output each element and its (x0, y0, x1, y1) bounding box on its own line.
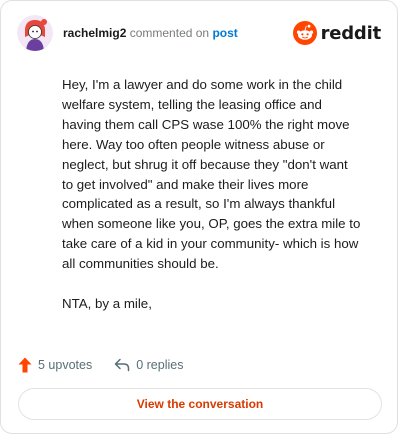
comment-paragraph: NTA, by a mile, (62, 296, 152, 312)
commented-on-label: commented on (129, 26, 210, 40)
comment-actions: 5 upvotes 0 replies (18, 355, 205, 375)
upvote-button[interactable]: 5 upvotes (18, 357, 92, 373)
reply-button[interactable]: 0 replies (114, 358, 183, 372)
avatar[interactable] (17, 15, 53, 51)
upvote-icon (18, 357, 32, 373)
reply-icon (114, 358, 130, 372)
username-link[interactable]: rachelmig2 (63, 26, 126, 40)
comment-header: rachelmig2 commented on post reddit (17, 15, 381, 51)
embedded-comment-card: rachelmig2 commented on post reddit Hey,… (0, 0, 398, 434)
upvote-count: 5 upvotes (38, 358, 93, 372)
comment-paragraph: Hey, I'm a lawyer and do some work in th… (62, 77, 361, 272)
post-link[interactable]: post (212, 26, 237, 40)
reddit-logo[interactable]: reddit (292, 19, 382, 47)
view-conversation-button[interactable]: View the conversation (18, 388, 382, 420)
reddit-logo-icon (292, 21, 317, 45)
reddit-wordmark: reddit (320, 22, 382, 44)
comment-body: Hey, I'm a lawyer and do some work in th… (62, 75, 362, 334)
reply-count: 0 replies (136, 358, 184, 372)
comment-meta: rachelmig2 commented on post (63, 26, 238, 40)
